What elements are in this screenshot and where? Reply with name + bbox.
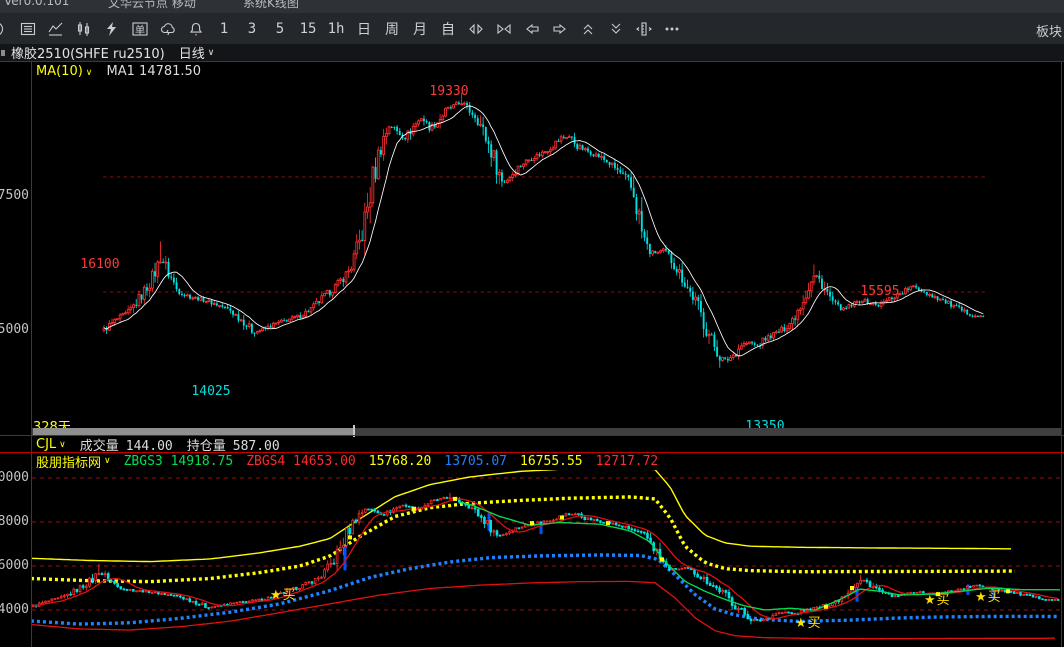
indicator-value: 13705.07	[444, 454, 507, 469]
pane-border-volume	[0, 435, 1064, 436]
line-chart-icon[interactable]	[42, 13, 70, 44]
arrow-left-icon[interactable]	[518, 13, 546, 44]
bell-icon[interactable]	[182, 13, 210, 44]
yellow-dotted-band	[31, 497, 1015, 582]
yellow-signal-dot	[660, 557, 664, 561]
ruler-icon[interactable]	[630, 13, 658, 44]
y-axis-label: 15000	[0, 322, 29, 337]
chevron-down-icon[interactable]: ∨	[86, 68, 93, 78]
top-strip-fragment: 系统K线图	[243, 0, 299, 11]
price-annotation: 19330	[429, 84, 468, 99]
indicator-value: 12717.72	[596, 454, 659, 469]
period-button-5[interactable]: 5	[266, 13, 294, 44]
lightning-icon[interactable]	[98, 13, 126, 44]
ma-indicator-header: MA(10)∨ MA1 14781.50	[36, 64, 201, 79]
indicator-band-chart[interactable]	[0, 470, 1064, 647]
upper-envelope-yellow	[31, 470, 1011, 562]
scrollbar-thumb[interactable]	[33, 428, 354, 435]
split-compare-icon[interactable]	[462, 13, 490, 44]
pane-border-left	[31, 62, 32, 647]
sector-panel-label[interactable]: 板块	[1036, 21, 1062, 40]
chart-scrollbar[interactable]	[32, 428, 1062, 435]
yellow-signal-dot	[824, 605, 828, 609]
yellow-signal-dot	[453, 497, 457, 501]
period-button-自[interactable]: 自	[434, 13, 462, 44]
zbgs4-red-line	[33, 499, 1058, 619]
buy-signal-marker: ★买	[270, 584, 297, 603]
indicator-value: 16755.55	[520, 454, 583, 469]
ma1-value: MA1 14781.50	[107, 64, 202, 79]
chevron-down-icon[interactable]: ∨	[104, 456, 111, 466]
candlestick-icon[interactable]	[70, 13, 98, 44]
double-chevron-up-icon[interactable]	[574, 13, 602, 44]
y-axis-label: 20000	[0, 470, 29, 485]
zbgs3-green-line	[460, 502, 1060, 610]
period-button-3[interactable]: 3	[238, 13, 266, 44]
clipped-circle-icon[interactable]	[0, 13, 14, 44]
period-button-月[interactable]: 月	[406, 13, 434, 44]
bowtie-icon[interactable]	[490, 13, 518, 44]
zbgs-indicator-label[interactable]: 股朋指标网	[36, 452, 101, 471]
y-axis-label: 18000	[0, 514, 29, 529]
quote-list-icon[interactable]	[14, 13, 42, 44]
cjl-label[interactable]: CJL	[36, 437, 56, 452]
indicator-values: ZBGS3 14918.75 ZBGS4 14653.00 15768.20 1370…	[111, 454, 659, 469]
contract-tab[interactable]: 橡胶2510(SHFE ru2510)	[11, 43, 165, 62]
chevron-down-icon[interactable]: ∨	[208, 48, 215, 58]
main-toolbar: 单 135151h日周月自 板块	[0, 13, 1064, 44]
blue-dotted-band	[31, 555, 1059, 624]
y-axis-label: 16000	[0, 558, 29, 573]
pane-border-top	[0, 61, 1064, 62]
pane-border-indicator	[0, 452, 1064, 453]
price-annotation: 15595	[860, 284, 899, 299]
y-axis-label: 14000	[0, 602, 29, 617]
price-annotation: 14025	[191, 384, 230, 399]
top-strip-fragment: Ver0.0.101	[4, 0, 69, 8]
indicator-header-row: 股朋指标网∨ ZBGS3 14918.75 ZBGS4 14653.00 15768…	[0, 453, 1064, 469]
yellow-signal-dot	[412, 507, 416, 511]
price-annotation: 16100	[80, 257, 119, 272]
yellow-signal-dot	[560, 516, 564, 520]
period-button-15[interactable]: 15	[294, 13, 322, 44]
yellow-signal-dot	[348, 535, 352, 539]
period-button-日[interactable]: 日	[350, 13, 378, 44]
zbgs3-green-line	[460, 502, 1060, 610]
toolbar-items: 单 135151h日周月自	[14, 13, 686, 44]
yellow-signal-dot	[530, 521, 534, 525]
arrow-right-icon[interactable]	[546, 13, 574, 44]
main-candlestick-chart[interactable]	[0, 62, 1064, 436]
cloud-icon[interactable]	[154, 13, 182, 44]
buy-signal-marker: ★买	[924, 589, 951, 608]
indicator-value: 15768.20	[369, 454, 432, 469]
period-selector[interactable]: 日线	[179, 43, 205, 62]
pane-border-right	[1061, 62, 1062, 647]
yellow-signal-dot	[1006, 589, 1010, 593]
period-button-周[interactable]: 周	[378, 13, 406, 44]
buy-signal-marker: ★买	[795, 612, 822, 631]
chevron-down-icon[interactable]: ∨	[59, 440, 66, 450]
period-button-1[interactable]: 1	[210, 13, 238, 44]
yellow-signal-dot	[606, 521, 610, 525]
buy-signal-marker: ★买	[975, 586, 1002, 605]
charting-app-window: Ver0.0.101文华云节点 移动系统K线图 单135151h日周月自 板块 …	[0, 0, 1064, 647]
top-strip-fragment: 文华云节点 移动	[108, 0, 196, 11]
tab-bullet-icon	[1, 50, 5, 56]
window-top-strip: Ver0.0.101 文华云节点 移动 系统K线图	[0, 0, 1064, 13]
ellipsis-icon[interactable]	[658, 13, 686, 44]
period-button-1h[interactable]: 1h	[322, 13, 350, 44]
svg-text:单: 单	[135, 24, 145, 36]
indicator-value: ZBGS3 14918.75	[124, 454, 234, 469]
tab-bar: 橡胶2510(SHFE ru2510) 日线 ∨	[0, 44, 1064, 61]
indicator-value: ZBGS4 14653.00	[246, 454, 356, 469]
double-chevron-down-icon[interactable]	[602, 13, 630, 44]
y-axis-label: 17500	[0, 188, 29, 203]
order-box-icon[interactable]: 单	[126, 13, 154, 44]
ma-label[interactable]: MA(10)	[36, 64, 83, 79]
volume-header-row: CJL∨ 成交量144.00持仓量587.00	[0, 437, 1064, 452]
yellow-signal-dot	[850, 586, 854, 590]
